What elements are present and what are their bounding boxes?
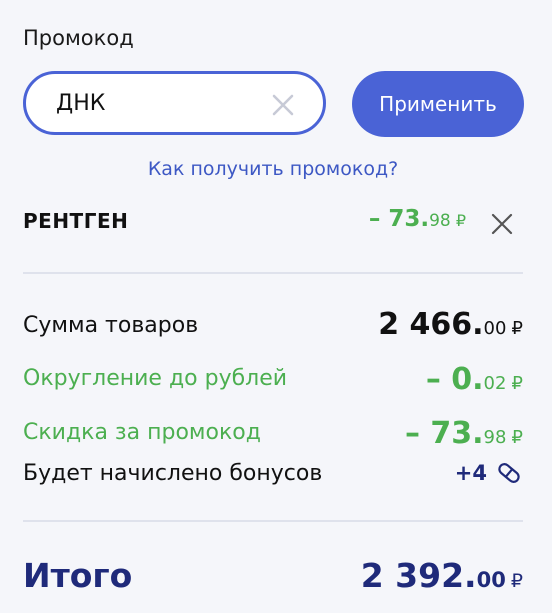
- goods-total-int: 2 466.: [378, 307, 484, 342]
- currency-symbol: ₽: [511, 318, 523, 339]
- goods-total-amount: 2 466.00 ₽: [378, 307, 523, 342]
- rounding-amount: – 0.02 ₽: [426, 362, 523, 397]
- divider: [23, 520, 523, 522]
- currency-symbol: ₽: [455, 211, 466, 230]
- coupon-amount-int: – 73.: [368, 206, 430, 232]
- promo-title: Промокод: [23, 26, 134, 50]
- total-amount: 2 392.00 ₽: [361, 556, 523, 595]
- discount-int: – 73.: [404, 416, 484, 451]
- apply-button[interactable]: Применить: [352, 71, 524, 137]
- coupon-amount-dec: 98: [429, 211, 451, 231]
- how-to-get-promo-link[interactable]: Как получить промокод?: [0, 158, 546, 180]
- coupon-discount-amount: – 73.98 ₽: [369, 206, 466, 232]
- total-label: Итого: [23, 556, 133, 595]
- discount-amount: – 73.98 ₽: [405, 416, 523, 451]
- divider: [23, 272, 523, 274]
- bonus-label: Будет начислено бонусов: [23, 461, 323, 486]
- bonus-value: +4: [454, 461, 487, 485]
- goods-total-dec: 00: [483, 318, 507, 339]
- rounding-dec: 02: [483, 373, 507, 394]
- discount-dec: 98: [483, 427, 507, 448]
- clear-icon[interactable]: [271, 93, 295, 117]
- promo-input-field[interactable]: [23, 71, 326, 135]
- currency-symbol: ₽: [511, 373, 523, 394]
- bonus-pill-icon: [498, 463, 520, 483]
- bonus-amount: +4: [455, 459, 523, 487]
- remove-coupon-icon[interactable]: [490, 212, 514, 236]
- total-dec: 00: [476, 568, 506, 592]
- discount-label: Скидка за промокод: [23, 420, 261, 445]
- promo-input[interactable]: [56, 84, 266, 122]
- goods-total-label: Сумма товаров: [23, 313, 199, 338]
- currency-symbol: ₽: [511, 427, 523, 448]
- rounding-int: – 0.: [425, 362, 484, 397]
- currency-symbol: ₽: [510, 570, 523, 592]
- rounding-label: Округление до рублей: [23, 366, 288, 391]
- total-int: 2 392.: [360, 556, 477, 595]
- applied-coupon-name: РЕНТГЕН: [23, 209, 129, 233]
